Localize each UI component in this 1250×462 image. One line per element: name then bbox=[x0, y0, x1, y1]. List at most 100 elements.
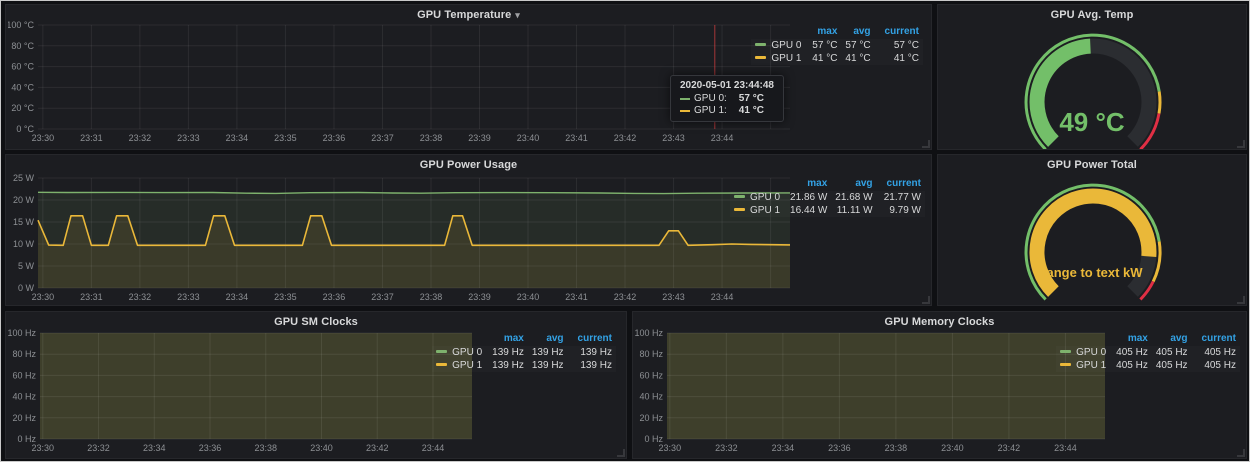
svg-text:23:38: 23:38 bbox=[885, 443, 908, 453]
legend-value-current: 21.77 W bbox=[877, 191, 925, 204]
tooltip-series-name: GPU 1: bbox=[694, 105, 727, 116]
svg-text:23:42: 23:42 bbox=[366, 443, 389, 453]
svg-text:23:34: 23:34 bbox=[226, 133, 249, 143]
svg-text:23:40: 23:40 bbox=[941, 443, 964, 453]
sm-clocks-chart[interactable]: 0 Hz20 Hz40 Hz60 Hz80 Hz100 Hz23:3023:32… bbox=[8, 325, 478, 459]
legend-series-gpu1[interactable]: GPU 1 bbox=[432, 359, 488, 372]
svg-text:80 °C: 80 °C bbox=[11, 41, 34, 51]
svg-text:23:37: 23:37 bbox=[371, 133, 394, 143]
legend-header-current[interactable]: current bbox=[1192, 332, 1240, 346]
legend-series-gpu1[interactable]: GPU 1 bbox=[730, 204, 786, 217]
panel-gpu-sm-clocks: GPU SM Clocks 0 Hz20 Hz40 Hz60 Hz80 Hz10… bbox=[5, 311, 627, 459]
legend-header-avg[interactable]: avg bbox=[841, 25, 874, 39]
svg-text:23:32: 23:32 bbox=[129, 133, 152, 143]
svg-text:40 Hz: 40 Hz bbox=[639, 392, 663, 402]
legend-series-label: GPU 0 bbox=[1076, 347, 1106, 358]
svg-text:20 Hz: 20 Hz bbox=[12, 413, 36, 423]
panel-gpu-memory-clocks: GPU Memory Clocks 0 Hz20 Hz40 Hz60 Hz80 … bbox=[632, 311, 1247, 459]
svg-text:23:35: 23:35 bbox=[274, 292, 297, 302]
legend-row-gpu0: GPU 0 21.86 W 21.68 W 21.77 W bbox=[730, 191, 925, 204]
legend-header-max[interactable]: max bbox=[1112, 332, 1152, 346]
svg-text:23:33: 23:33 bbox=[177, 133, 200, 143]
svg-text:23:44: 23:44 bbox=[1054, 443, 1077, 453]
svg-text:23:36: 23:36 bbox=[199, 443, 222, 453]
svg-text:23:35: 23:35 bbox=[274, 133, 297, 143]
legend-header-avg[interactable]: avg bbox=[1152, 332, 1192, 346]
svg-text:23:39: 23:39 bbox=[468, 133, 491, 143]
svg-text:23:34: 23:34 bbox=[226, 292, 249, 302]
legend-series-gpu0[interactable]: GPU 0 bbox=[432, 346, 488, 359]
legend-series-label: GPU 0 bbox=[771, 40, 801, 51]
legend-value-max: 405 Hz bbox=[1112, 346, 1152, 359]
legend-header-current[interactable]: current bbox=[877, 177, 925, 191]
svg-text:23:31: 23:31 bbox=[80, 292, 103, 302]
svg-text:100 Hz: 100 Hz bbox=[8, 328, 36, 338]
legend-row-gpu1: GPU 1 405 Hz 405 Hz 405 Hz bbox=[1056, 359, 1240, 372]
series-color-swatch bbox=[436, 350, 447, 353]
svg-text:23:43: 23:43 bbox=[662, 133, 685, 143]
panel-resize-handle[interactable] bbox=[922, 296, 930, 304]
svg-text:23:36: 23:36 bbox=[323, 292, 346, 302]
legend-header-row: max avg current bbox=[432, 332, 616, 346]
panel-resize-handle[interactable] bbox=[617, 449, 625, 457]
legend-series-gpu1[interactable]: GPU 1 bbox=[751, 52, 807, 65]
svg-text:20 °C: 20 °C bbox=[11, 103, 34, 113]
dashboard: GPU Temperature▾ 0 °C20 °C40 °C60 °C80 °… bbox=[0, 0, 1250, 462]
legend-header-max[interactable]: max bbox=[488, 332, 528, 346]
legend-value-max: 21.86 W bbox=[786, 191, 831, 204]
svg-text:23:36: 23:36 bbox=[828, 443, 851, 453]
svg-text:5 W: 5 W bbox=[18, 261, 35, 271]
legend-series-label: GPU 1 bbox=[750, 205, 780, 216]
svg-text:23:41: 23:41 bbox=[565, 133, 588, 143]
legend-value-avg: 139 Hz bbox=[528, 359, 568, 372]
panel-resize-handle[interactable] bbox=[1237, 449, 1245, 457]
series-color-swatch bbox=[436, 363, 447, 366]
memory-clocks-chart[interactable]: 0 Hz20 Hz40 Hz60 Hz80 Hz100 Hz23:3023:32… bbox=[635, 325, 1110, 459]
svg-text:23:40: 23:40 bbox=[517, 292, 540, 302]
panel-gpu-power-usage: GPU Power Usage 0 W5 W10 W15 W20 W25 W23… bbox=[5, 154, 932, 306]
legend-series-gpu0[interactable]: GPU 0 bbox=[730, 191, 786, 204]
svg-text:23:42: 23:42 bbox=[614, 292, 637, 302]
svg-text:23:38: 23:38 bbox=[420, 292, 443, 302]
panel-gpu-avg-temp: GPU Avg. Temp 49 °C bbox=[937, 4, 1247, 150]
legend-series-gpu0[interactable]: GPU 0 bbox=[751, 39, 807, 52]
legend-series-label: GPU 1 bbox=[771, 53, 801, 64]
svg-text:23:32: 23:32 bbox=[715, 443, 738, 453]
svg-text:23:30: 23:30 bbox=[32, 133, 55, 143]
svg-text:23:40: 23:40 bbox=[310, 443, 333, 453]
legend-value-avg: 11.11 W bbox=[831, 204, 876, 217]
legend-series-gpu1[interactable]: GPU 1 bbox=[1056, 359, 1112, 372]
legend-header-max[interactable]: max bbox=[786, 177, 831, 191]
legend-header-avg[interactable]: avg bbox=[528, 332, 568, 346]
svg-text:25 W: 25 W bbox=[13, 173, 35, 183]
legend-series-gpu0[interactable]: GPU 0 bbox=[1056, 346, 1112, 359]
gauge-value-temp: 49 °C bbox=[938, 107, 1246, 138]
legend-row-gpu0: GPU 0 57 °C 57 °C 57 °C bbox=[751, 39, 923, 52]
legend-gpu-power-usage: max avg current GPU 0 21.86 W 21.68 W 21… bbox=[730, 177, 925, 217]
panel-resize-handle[interactable] bbox=[1237, 296, 1245, 304]
tooltip-series-value: 41 °C bbox=[739, 105, 764, 116]
svg-text:20 W: 20 W bbox=[13, 195, 35, 205]
power-usage-chart[interactable]: 0 W5 W10 W15 W20 W25 W23:3023:3123:3223:… bbox=[8, 168, 798, 306]
legend-series-label: GPU 1 bbox=[452, 360, 482, 371]
legend-value-avg: 139 Hz bbox=[528, 346, 568, 359]
legend-header-current[interactable]: current bbox=[875, 25, 923, 39]
legend-value-max: 57 °C bbox=[807, 39, 841, 52]
panel-resize-handle[interactable] bbox=[922, 140, 930, 148]
panel-resize-handle[interactable] bbox=[1237, 140, 1245, 148]
series-color-swatch bbox=[1060, 350, 1071, 353]
panel-gpu-power-total: GPU Power Total range to text kW bbox=[937, 154, 1247, 306]
legend-gpu-sm-clocks: max avg current GPU 0 139 Hz 139 Hz 139 … bbox=[432, 332, 616, 372]
legend-gpu-memory-clocks: max avg current GPU 0 405 Hz 405 Hz 405 … bbox=[1056, 332, 1240, 372]
legend-value-current: 405 Hz bbox=[1192, 346, 1240, 359]
legend-header-max[interactable]: max bbox=[807, 25, 841, 39]
legend-value-max: 41 °C bbox=[807, 52, 841, 65]
svg-text:23:40: 23:40 bbox=[517, 133, 540, 143]
legend-value-max: 16.44 W bbox=[786, 204, 831, 217]
svg-text:60 Hz: 60 Hz bbox=[639, 370, 663, 380]
svg-text:23:34: 23:34 bbox=[772, 443, 795, 453]
svg-text:23:38: 23:38 bbox=[420, 133, 443, 143]
legend-header-current[interactable]: current bbox=[568, 332, 616, 346]
gauge-value-power: range to text kW bbox=[938, 265, 1246, 280]
legend-header-avg[interactable]: avg bbox=[831, 177, 876, 191]
